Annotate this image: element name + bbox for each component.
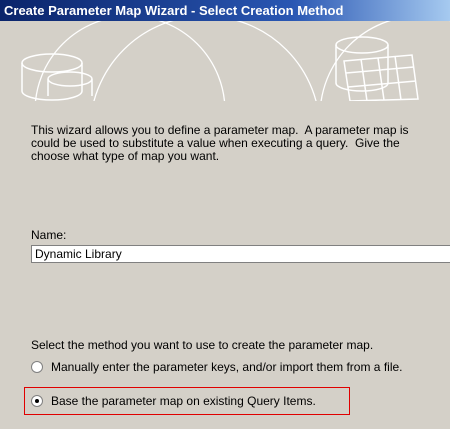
method-label: Select the method you want to use to cre… <box>31 338 374 352</box>
radio-option-manual[interactable]: Manually enter the parameter keys, and/o… <box>31 359 403 375</box>
database-banner-graphic <box>21 21 450 101</box>
wizard-body: This wizard allows you to define a param… <box>0 101 450 429</box>
radio-button-selected[interactable] <box>31 395 43 407</box>
intro-line-1: This wizard allows you to define a param… <box>31 123 409 137</box>
radio-label-query-items: Base the parameter map on existing Query… <box>51 394 316 408</box>
window-title: Create Parameter Map Wizard - Select Cre… <box>0 0 450 21</box>
name-field[interactable] <box>31 245 450 263</box>
intro-line-3: choose what type of map you want. <box>31 149 220 163</box>
database-icon <box>21 53 93 101</box>
wizard-banner <box>0 21 450 101</box>
intro-line-2: could be used to substitute a value when… <box>31 136 400 150</box>
radio-option-query-items[interactable]: Base the parameter map on existing Query… <box>31 393 316 409</box>
intro-text: This wizard allows you to define a param… <box>31 124 450 163</box>
radio-button[interactable] <box>31 361 43 373</box>
radio-label-manual: Manually enter the parameter keys, and/o… <box>51 360 403 374</box>
name-label: Name: <box>31 228 67 242</box>
